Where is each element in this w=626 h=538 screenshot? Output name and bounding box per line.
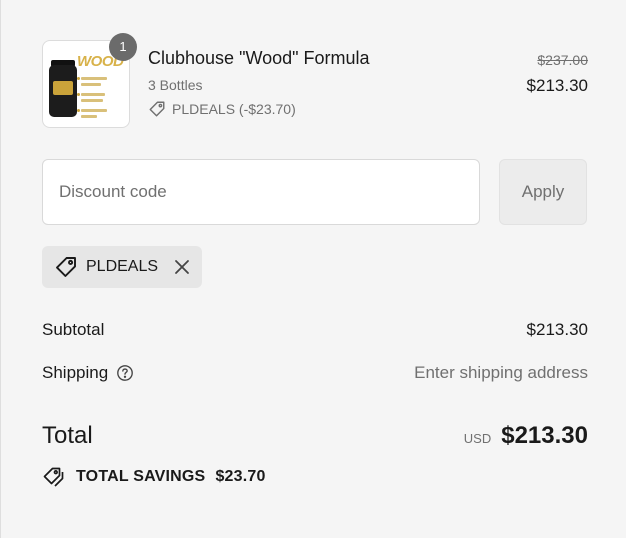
product-discount-label: PLDEALS (-$23.70) [172,101,296,117]
total-label: Total [42,422,93,449]
feature-line [81,109,107,112]
subtotal-value: $213.30 [526,320,588,339]
quantity-badge: 1 [109,33,137,61]
total-amount-group: USD $213.30 [464,422,588,450]
shipping-label: Shipping [42,363,109,382]
question-circle-icon[interactable] [116,364,134,382]
subtotal-label: Subtotal [42,320,105,339]
savings-label: TOTAL SAVINGS [76,468,206,485]
total-savings: TOTAL SAVINGS $23.70 [42,466,266,488]
discount-code-input[interactable] [42,159,480,225]
shipping-row: Shipping Enter shipping address [42,363,588,383]
product-discount: PLDEALS (-$23.70) [148,100,296,118]
currency-code: USD [463,431,492,446]
applied-discount-code: PLDEALS [86,258,159,275]
bottle-label [53,81,73,95]
feature-line [81,115,97,118]
product-thumbnail: WOOD 1 [42,33,137,128]
close-icon[interactable] [172,257,192,277]
product-variant: 3 Bottles [148,77,203,93]
tags-icon [43,467,64,487]
total-value: $213.30 [501,422,588,449]
original-price: $237.00 [537,52,588,68]
tag-icon [56,257,76,277]
panel-left-border [0,0,1,538]
shipping-value: Enter shipping address [414,363,588,382]
current-price: $213.30 [526,76,588,95]
product-name: Clubhouse "Wood" Formula [148,48,370,68]
feature-bullet [77,93,80,96]
feature-bullet [77,109,80,112]
feature-bullet [77,77,80,80]
subtotal-row: Subtotal $213.30 [42,320,588,340]
apply-button[interactable]: Apply [499,159,587,225]
feature-line [81,83,101,86]
feature-line [81,77,107,80]
cart-line-item: WOOD 1 Clubhouse "Wood" Formula 3 Bottle… [42,33,588,128]
tag-icon [149,101,165,117]
applied-discount-chip: PLDEALS [42,246,202,288]
feature-line [81,93,105,96]
savings-value: $23.70 [215,468,266,485]
feature-line [81,99,103,102]
